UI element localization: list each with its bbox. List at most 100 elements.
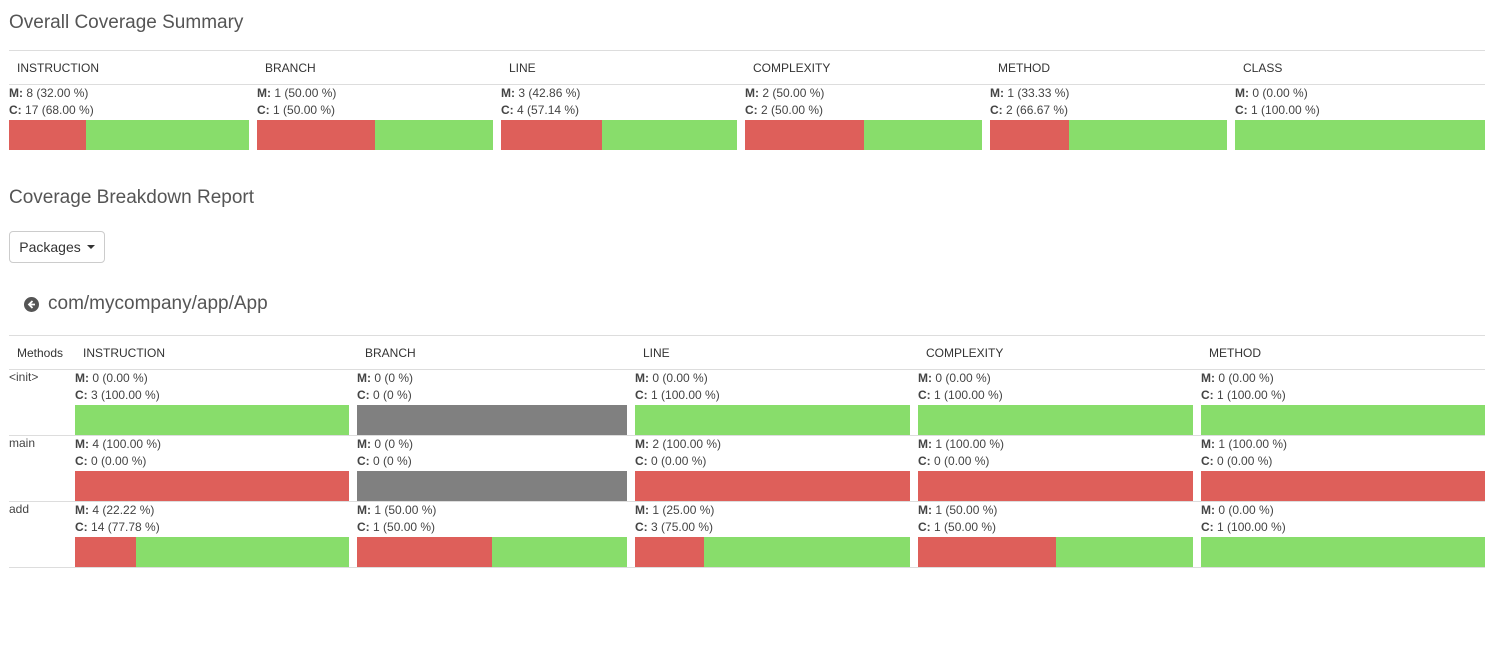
missed-segment: [635, 471, 910, 501]
coverage-cell: M: 4 (100.00 %) C: 0 (0.00 %): [75, 435, 357, 502]
coverage-bar: [357, 537, 627, 567]
coverage-bar: [990, 120, 1227, 150]
covered-stat: C: 1 (50.00 %): [918, 519, 1193, 536]
coverage-cell: M: 2 (100.00 %) C: 0 (0.00 %): [635, 435, 918, 502]
covered-stat: C: 1 (100.00 %): [1201, 387, 1485, 404]
missed-value: 0 (0.00 %): [92, 371, 148, 385]
summary-header-class: CLASS: [1235, 50, 1485, 85]
missed-stat: M: 1 (25.00 %): [635, 502, 910, 519]
covered-stat: C: 1 (100.00 %): [635, 387, 910, 404]
coverage-cell: M: 0 (0.00 %) C: 3 (100.00 %): [75, 369, 357, 436]
covered-label: C:: [357, 520, 370, 534]
covered-stat: C: 1 (50.00 %): [257, 102, 493, 119]
coverage-bar: [1235, 120, 1485, 150]
missed-value: 1 (50.00 %): [274, 86, 337, 100]
missed-stat: M: 0 (0.00 %): [1201, 502, 1485, 519]
covered-value: 1 (100.00 %): [1251, 103, 1320, 117]
covered-segment: [1068, 120, 1227, 150]
covered-label: C:: [635, 454, 648, 468]
summary-header-method: METHOD: [990, 50, 1235, 85]
coverage-cell: M: 8 (32.00 %) C: 17 (68.00 %): [9, 84, 257, 150]
missed-segment: [501, 120, 603, 150]
missed-label: M:: [635, 437, 649, 451]
missed-label: M:: [357, 371, 371, 385]
covered-value: 0 (0 %): [373, 454, 412, 468]
summary-header-instruction: INSTRUCTION: [9, 50, 257, 85]
coverage-bar: [918, 471, 1193, 501]
breakdown-header-row: Methods INSTRUCTION BRANCH LINE COMPLEXI…: [9, 335, 1485, 370]
covered-value: 14 (77.78 %): [91, 520, 160, 534]
covered-segment: [863, 120, 982, 150]
covered-stat: C: 1 (50.00 %): [357, 519, 627, 536]
covered-value: 2 (66.67 %): [1006, 103, 1069, 117]
covered-label: C:: [501, 103, 514, 117]
missed-stat: M: 2 (50.00 %): [745, 85, 982, 102]
covered-stat: C: 17 (68.00 %): [9, 102, 249, 119]
missed-stat: M: 4 (22.22 %): [75, 502, 349, 519]
missed-segment: [75, 471, 349, 501]
covered-value: 0 (0.00 %): [651, 454, 707, 468]
breakdown-header-methods: Methods: [9, 335, 75, 370]
covered-value: 1 (100.00 %): [651, 388, 720, 402]
breakdown-header-line: LINE: [635, 335, 918, 370]
covered-value: 1 (50.00 %): [373, 520, 436, 534]
coverage-cell: M: 0 (0.00 %) C: 1 (100.00 %): [635, 369, 918, 436]
missed-stat: M: 0 (0.00 %): [75, 370, 349, 387]
missed-stat: M: 0 (0.00 %): [635, 370, 910, 387]
missed-value: 0 (0.00 %): [1218, 371, 1274, 385]
covered-stat: C: 2 (50.00 %): [745, 102, 982, 119]
missed-value: 0 (0.00 %): [1218, 503, 1274, 517]
table-end: [9, 567, 1485, 568]
missed-segment: [918, 537, 1056, 567]
summary-row: M: 8 (32.00 %) C: 17 (68.00 %) M: 1 (50.00…: [9, 84, 1485, 150]
missed-label: M:: [745, 86, 759, 100]
coverage-bar: [745, 120, 982, 150]
coverage-bar: [635, 405, 910, 435]
coverage-cell: M: 1 (50.00 %) C: 1 (50.00 %): [357, 501, 635, 568]
back-arrow-icon[interactable]: [24, 296, 39, 312]
packages-dropdown-button[interactable]: Packages: [9, 231, 105, 263]
no-data-segment: [357, 471, 627, 501]
coverage-cell: M: 0 (0.00 %) C: 1 (100.00 %): [1235, 84, 1485, 150]
covered-label: C:: [1201, 388, 1214, 402]
covered-label: C:: [357, 388, 370, 402]
coverage-cell: M: 3 (42.86 %) C: 4 (57.14 %): [501, 84, 745, 150]
covered-label: C:: [1201, 454, 1214, 468]
coverage-bar: [635, 537, 910, 567]
covered-segment: [1235, 120, 1485, 150]
missed-stat: M: 4 (100.00 %): [75, 436, 349, 453]
missed-label: M:: [918, 503, 932, 517]
breakdown-table: Methods INSTRUCTION BRANCH LINE COMPLEXI…: [9, 335, 1485, 568]
coverage-cell: M: 0 (0.00 %) C: 1 (100.00 %): [918, 369, 1201, 436]
missed-value: 0 (0.00 %): [935, 371, 991, 385]
table-row: main M: 4 (100.00 %) C: 0 (0.00 %) M: 0 (0 …: [9, 435, 1485, 502]
covered-label: C:: [918, 520, 931, 534]
covered-value: 4 (57.14 %): [517, 103, 580, 117]
coverage-cell: M: 0 (0.00 %) C: 1 (100.00 %): [1201, 369, 1485, 436]
missed-value: 0 (0.00 %): [1252, 86, 1308, 100]
coverage-bar: [9, 120, 249, 150]
summary-table: INSTRUCTION BRANCH LINE COMPLEXITY METHO…: [9, 50, 1485, 150]
missed-label: M:: [990, 86, 1004, 100]
covered-value: 1 (100.00 %): [1217, 520, 1286, 534]
missed-segment: [9, 120, 86, 150]
missed-stat: M: 1 (100.00 %): [918, 436, 1193, 453]
missed-stat: M: 1 (50.00 %): [257, 85, 493, 102]
covered-stat: C: 0 (0.00 %): [75, 453, 349, 470]
missed-value: 1 (50.00 %): [935, 503, 998, 517]
covered-segment: [85, 120, 249, 150]
covered-value: 3 (100.00 %): [91, 388, 160, 402]
missed-label: M:: [501, 86, 515, 100]
missed-stat: M: 1 (100.00 %): [1201, 436, 1485, 453]
coverage-bar: [75, 405, 349, 435]
covered-value: 1 (50.00 %): [934, 520, 997, 534]
coverage-bar: [1201, 537, 1485, 567]
missed-stat: M: 0 (0.00 %): [1201, 370, 1485, 387]
missed-value: 2 (100.00 %): [652, 437, 722, 451]
covered-label: C:: [1235, 103, 1248, 117]
covered-value: 1 (50.00 %): [273, 103, 336, 117]
missed-segment: [745, 120, 864, 150]
missed-stat: M: 0 (0 %): [357, 370, 627, 387]
summary-header-complexity: COMPLEXITY: [745, 50, 990, 85]
covered-segment: [602, 120, 737, 150]
